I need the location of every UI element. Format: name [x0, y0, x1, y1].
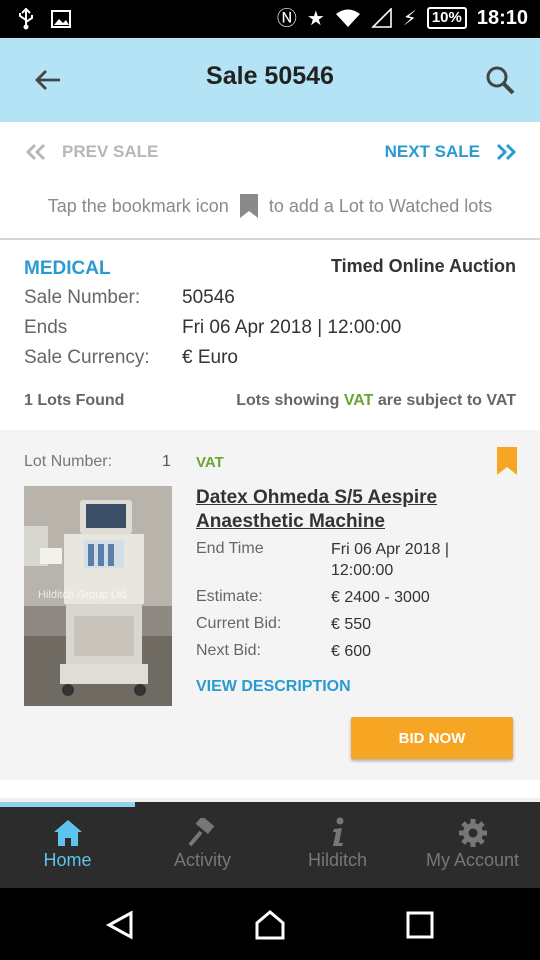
- watch-hint: Tap the bookmark icon to add a Lot to Wa…: [0, 188, 540, 224]
- nav-hilditch-label: Hilditch: [307, 850, 368, 870]
- info-icon: [332, 817, 343, 846]
- lot-vat-badge: VAT: [196, 454, 224, 471]
- vat-note: Lots showing VAT are subject to VAT: [236, 392, 516, 410]
- wifi-icon: [335, 9, 360, 27]
- lots-found-count: 1 Lots Found: [24, 392, 125, 409]
- battery-indicator: 10%: [426, 7, 467, 29]
- gavel-icon: [187, 818, 214, 847]
- end-time-value-line1: Fri 06 Apr 2018 |: [331, 541, 449, 558]
- anaesthetic-machine-photo: Hilditch Group Ltd: [24, 486, 172, 706]
- double-chevron-right-icon: [496, 143, 517, 161]
- recents-square-icon[interactable]: [405, 910, 435, 940]
- sale-currency-label: Sale Currency:: [24, 347, 150, 368]
- prev-sale-button[interactable]: PREV SALE: [24, 142, 158, 162]
- lot-title-link[interactable]: Datex Ohmeda S/5 Aespire Anaesthetic Mac…: [196, 486, 516, 534]
- next-bid-value: € 600: [331, 643, 372, 660]
- next-sale-label: NEXT SALE: [384, 142, 480, 161]
- end-time-value-line2: 12:00:00: [331, 562, 394, 579]
- nfc-icon: Ⓝ: [276, 6, 297, 30]
- lot-image[interactable]: Hilditch Group Ltd: [24, 486, 172, 706]
- sale-category: MEDICAL: [24, 258, 111, 279]
- status-bar: Ⓝ ★ ⚡ 10% 18:10: [0, 0, 540, 38]
- nav-my-account[interactable]: My Account: [405, 802, 540, 888]
- estimate-label: Estimate:: [196, 588, 263, 605]
- sale-currency-value: € Euro: [182, 347, 238, 368]
- back-triangle-icon[interactable]: [105, 910, 135, 940]
- search-icon: [486, 66, 515, 95]
- end-time-value: Fri 06 Apr 2018 | 12:00:00: [331, 539, 449, 581]
- system-navigation-bar: [0, 888, 540, 960]
- nav-hilditch[interactable]: Hilditch: [270, 802, 405, 888]
- image-watermark: Hilditch Group Ltd: [38, 589, 126, 601]
- bookmark-icon: [497, 447, 517, 475]
- lot-number-label: Lot Number:: [24, 453, 113, 470]
- vat-note-word: VAT: [343, 392, 374, 409]
- status-time: 18:10: [476, 6, 528, 29]
- current-bid-value: € 550: [331, 616, 372, 633]
- star-icon: ★: [306, 6, 325, 30]
- lot-number: 1: [162, 453, 171, 470]
- hint-text-after: to add a Lot to Watched lots: [268, 195, 493, 216]
- nav-home-label: Home: [43, 850, 92, 870]
- search-button[interactable]: [478, 58, 522, 102]
- usb-icon: [19, 8, 33, 30]
- watch-bookmark-button[interactable]: [496, 446, 518, 476]
- hint-text-before: Tap the bookmark icon: [47, 195, 229, 216]
- lot-card[interactable]: Lot Number: 1 VAT Hilditch Group Ltd Dat…: [0, 430, 540, 780]
- sale-type: Timed Online Auction: [330, 256, 516, 276]
- divider: [0, 238, 540, 240]
- vat-note-pre: Lots showing: [236, 392, 340, 409]
- next-sale-button[interactable]: NEXT SALE: [385, 142, 518, 162]
- end-time-label: End Time: [196, 540, 264, 557]
- active-tab-indicator: [0, 802, 135, 807]
- charging-icon: ⚡: [402, 6, 417, 30]
- bid-now-button[interactable]: BID NOW: [351, 717, 513, 759]
- nav-my-account-label: My Account: [425, 850, 520, 870]
- current-bid-label: Current Bid:: [196, 615, 282, 632]
- page-title: Sale 50546: [206, 62, 334, 90]
- bookmark-icon: [239, 194, 258, 218]
- sale-ends-value: Fri 06 Apr 2018 | 12:00:00: [182, 317, 402, 338]
- sale-ends-label: Ends: [24, 317, 68, 338]
- sale-number-label: Sale Number:: [24, 287, 141, 308]
- view-description-link[interactable]: VIEW DESCRIPTION: [196, 678, 351, 696]
- gear-icon: [458, 819, 487, 847]
- nav-activity[interactable]: Activity: [135, 802, 270, 888]
- image-icon: [51, 10, 71, 28]
- prev-sale-label: PREV SALE: [62, 142, 159, 161]
- next-bid-label: Next Bid:: [196, 642, 261, 659]
- double-chevron-left-icon: [25, 143, 46, 161]
- app-header: Sale 50546: [0, 38, 540, 122]
- nav-home[interactable]: Home: [0, 802, 135, 888]
- sale-navigation: PREV SALE NEXT SALE: [0, 122, 540, 186]
- estimate-value: € 2400 - 3000: [331, 589, 430, 606]
- bottom-navigation: Home Activity Hilditch My Account: [0, 802, 540, 888]
- nav-activity-label: Activity: [173, 850, 231, 870]
- sale-number-value: 50546: [182, 287, 235, 308]
- vat-note-post: are subject to VAT: [377, 392, 516, 409]
- home-circle-icon[interactable]: [255, 910, 285, 940]
- signal-icon: [370, 8, 392, 28]
- home-icon: [53, 820, 82, 846]
